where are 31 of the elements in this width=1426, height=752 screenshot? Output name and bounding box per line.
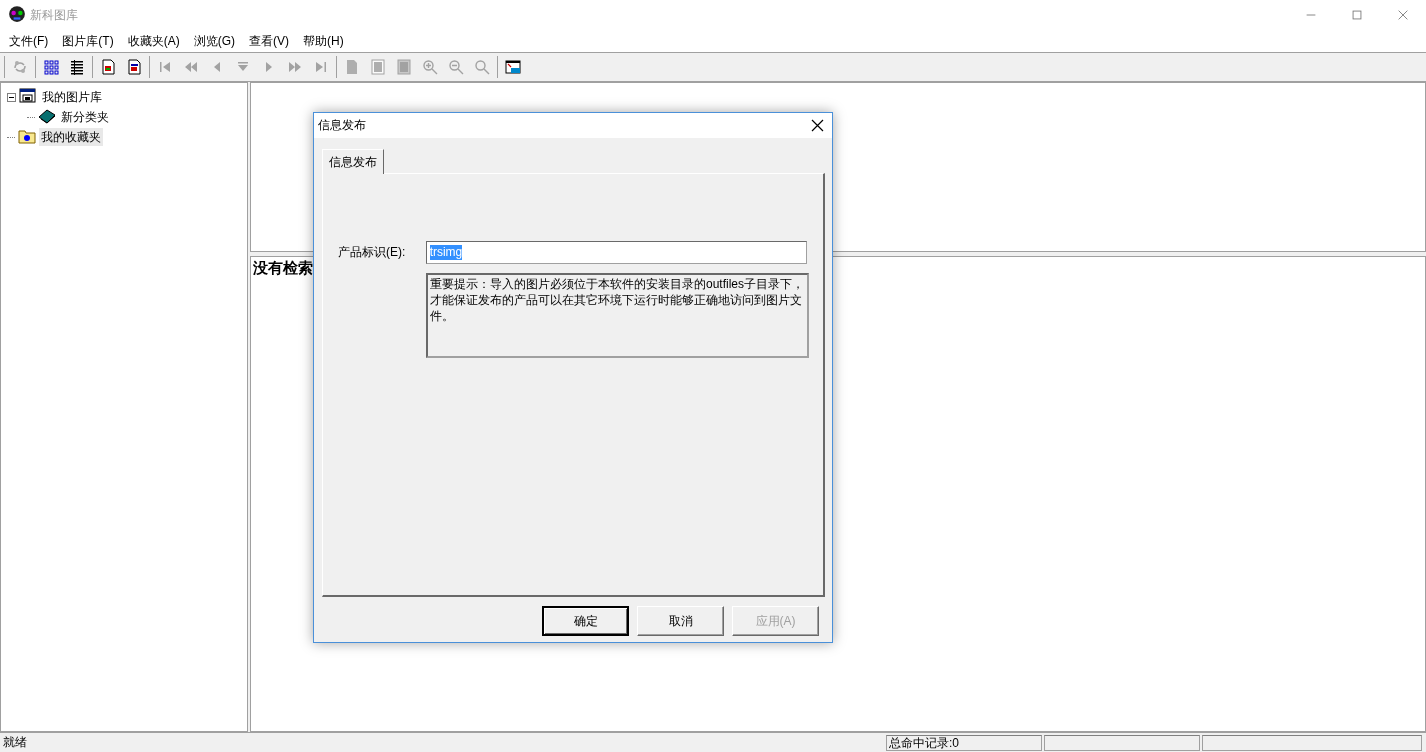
dialog-button[interactable]: 取消 <box>637 606 724 636</box>
thumbnail-grid-icon[interactable] <box>43 59 59 75</box>
book-icon <box>38 107 56 124</box>
menu-item[interactable]: 图片库(T) <box>55 31 121 51</box>
menu-item[interactable]: 收藏夹(A) <box>120 31 187 51</box>
status-panel: 总命中记录:0 <box>886 734 1042 751</box>
status-text: 就绪 <box>2 734 28 751</box>
library-icon <box>19 87 37 104</box>
list-view-icon[interactable] <box>69 59 85 75</box>
maximize-icon[interactable] <box>1350 8 1364 22</box>
menu-item[interactable]: 帮助(H) <box>296 31 351 51</box>
expander-icon[interactable] <box>7 92 16 102</box>
app-icon <box>8 4 26 23</box>
result-message: 没有检索 <box>253 259 313 277</box>
tree-item[interactable]: 我的收藏夹 <box>39 128 103 146</box>
menu-item[interactable]: 查看(V) <box>242 31 296 51</box>
dialog-button[interactable]: 确定 <box>542 606 629 636</box>
tree-item[interactable]: 新分类夹 <box>59 108 111 126</box>
field-label: 产品标识(E): <box>338 244 407 261</box>
window-title: 新科图库 <box>30 6 79 24</box>
window-icon[interactable] <box>505 59 521 75</box>
notice-text: 重要提示：导入的图片必须位于本软件的安装目录的outfiles子目录下，才能保证发布的产品可以在其它环境下运行时能够正确地访问到图片文件。 <box>426 273 809 358</box>
tab[interactable]: 信息发布 <box>322 149 384 174</box>
menu-item[interactable]: 浏览(G) <box>186 31 242 51</box>
menu-item[interactable]: 文件(F) <box>2 31 56 51</box>
close-icon[interactable] <box>810 119 824 132</box>
document-image-icon[interactable] <box>100 59 116 75</box>
document-window-icon[interactable] <box>126 59 142 75</box>
tree-item[interactable]: 我的图片库 <box>40 88 104 106</box>
favorites-folder-icon <box>18 127 36 144</box>
dialog-title: 信息发布 <box>318 117 367 134</box>
